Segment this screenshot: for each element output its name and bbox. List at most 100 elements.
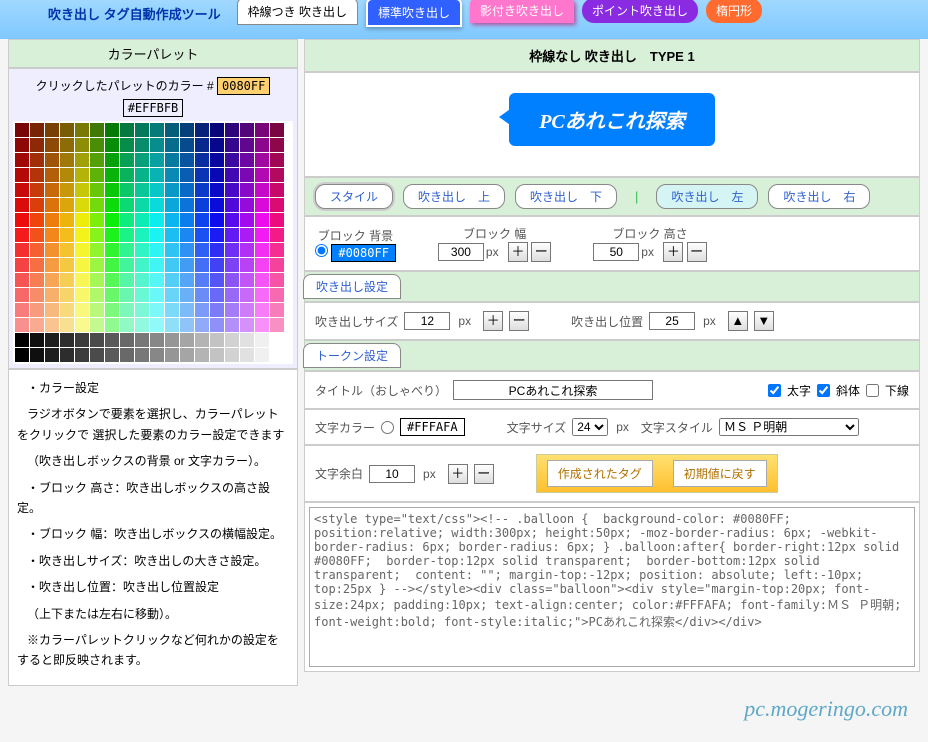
color-swatch[interactable] — [120, 168, 134, 182]
text-color-radio[interactable] — [381, 421, 394, 434]
width-minus[interactable]: ー — [531, 242, 551, 262]
color-swatch[interactable] — [120, 273, 134, 287]
color-swatch[interactable] — [60, 138, 74, 152]
color-swatch[interactable] — [105, 348, 119, 362]
color-swatch[interactable] — [105, 228, 119, 242]
pos-bottom-button[interactable]: 吹き出し 下 — [515, 184, 617, 209]
block-bg-value[interactable]: #0080FF — [331, 244, 396, 262]
color-swatch[interactable] — [45, 153, 59, 167]
color-swatch[interactable] — [195, 318, 209, 332]
color-swatch[interactable] — [75, 228, 89, 242]
color-swatch[interactable] — [60, 198, 74, 212]
color-swatch[interactable] — [180, 198, 194, 212]
color-swatch[interactable] — [195, 258, 209, 272]
color-swatch[interactable] — [270, 153, 284, 167]
color-swatch[interactable] — [30, 213, 44, 227]
color-swatch[interactable] — [240, 213, 254, 227]
color-swatch[interactable] — [45, 273, 59, 287]
color-swatch[interactable] — [225, 333, 239, 347]
color-swatch[interactable] — [120, 213, 134, 227]
color-swatch[interactable] — [45, 123, 59, 137]
color-swatch[interactable] — [30, 273, 44, 287]
generate-button[interactable]: 作成されたタグ — [547, 460, 653, 487]
color-swatch[interactable] — [60, 288, 74, 302]
color-swatch[interactable] — [225, 168, 239, 182]
color-swatch[interactable] — [180, 138, 194, 152]
color-swatch[interactable] — [270, 318, 284, 332]
color-swatch[interactable] — [255, 138, 269, 152]
color-swatch[interactable] — [30, 123, 44, 137]
color-swatch[interactable] — [120, 258, 134, 272]
color-swatch[interactable] — [195, 138, 209, 152]
color-swatch[interactable] — [240, 243, 254, 257]
color-swatch[interactable] — [135, 333, 149, 347]
color-swatch[interactable] — [90, 123, 104, 137]
text-font-select[interactable]: ＭＳ Ｐ明朝 — [719, 418, 859, 436]
color-swatch[interactable] — [45, 183, 59, 197]
color-swatch[interactable] — [270, 168, 284, 182]
color-swatch[interactable] — [180, 213, 194, 227]
color-swatch[interactable] — [15, 123, 29, 137]
color-swatch[interactable] — [15, 303, 29, 317]
color-swatch[interactable] — [150, 168, 164, 182]
tab-bordered[interactable]: 枠線つき 吹き出し — [237, 0, 358, 25]
color-swatch[interactable] — [180, 348, 194, 362]
color-swatch[interactable] — [90, 138, 104, 152]
color-swatch[interactable] — [45, 333, 59, 347]
color-swatch[interactable] — [30, 138, 44, 152]
color-swatch[interactable] — [165, 333, 179, 347]
color-swatch[interactable] — [225, 273, 239, 287]
color-swatch[interactable] — [90, 153, 104, 167]
color-swatch[interactable] — [45, 213, 59, 227]
color-swatch[interactable] — [270, 183, 284, 197]
margin-minus[interactable]: ー — [474, 464, 494, 484]
color-swatch[interactable] — [255, 168, 269, 182]
color-swatch[interactable] — [60, 243, 74, 257]
color-swatch[interactable] — [120, 243, 134, 257]
color-swatch[interactable] — [240, 288, 254, 302]
balloon-size-input[interactable] — [404, 312, 450, 330]
color-swatch[interactable] — [180, 243, 194, 257]
color-swatch[interactable] — [15, 258, 29, 272]
color-swatch[interactable] — [105, 303, 119, 317]
color-swatch[interactable] — [75, 288, 89, 302]
color-swatch[interactable] — [225, 318, 239, 332]
color-swatch[interactable] — [270, 273, 284, 287]
color-swatch[interactable] — [60, 213, 74, 227]
color-swatch[interactable] — [165, 198, 179, 212]
color-swatch[interactable] — [180, 153, 194, 167]
color-swatch[interactable] — [105, 258, 119, 272]
color-swatch[interactable] — [225, 303, 239, 317]
color-swatch[interactable] — [150, 153, 164, 167]
italic-checkbox[interactable] — [817, 384, 830, 397]
color-swatch[interactable] — [150, 333, 164, 347]
color-swatch[interactable] — [90, 258, 104, 272]
color-swatch[interactable] — [210, 258, 224, 272]
color-swatch[interactable] — [30, 243, 44, 257]
color-swatch[interactable] — [150, 183, 164, 197]
pos-right-button[interactable]: 吹き出し 右 — [768, 184, 870, 209]
color-swatch[interactable] — [255, 153, 269, 167]
color-swatch[interactable] — [45, 198, 59, 212]
color-swatch[interactable] — [210, 333, 224, 347]
color-swatch[interactable] — [210, 138, 224, 152]
pos-left-button[interactable]: 吹き出し 左 — [656, 184, 758, 209]
color-swatch[interactable] — [165, 348, 179, 362]
color-swatch[interactable] — [60, 258, 74, 272]
color-swatch[interactable] — [150, 348, 164, 362]
color-swatch[interactable] — [60, 153, 74, 167]
color-swatch[interactable] — [135, 288, 149, 302]
color-swatch[interactable] — [150, 243, 164, 257]
color-swatch[interactable] — [15, 168, 29, 182]
color-swatch[interactable] — [225, 348, 239, 362]
color-swatch[interactable] — [60, 228, 74, 242]
color-swatch[interactable] — [90, 273, 104, 287]
color-swatch[interactable] — [135, 123, 149, 137]
color-swatch[interactable] — [30, 258, 44, 272]
color-swatch[interactable] — [210, 183, 224, 197]
color-swatch[interactable] — [225, 198, 239, 212]
color-swatch[interactable] — [255, 213, 269, 227]
color-swatch[interactable] — [255, 228, 269, 242]
color-swatch[interactable] — [135, 273, 149, 287]
color-swatch[interactable] — [75, 318, 89, 332]
